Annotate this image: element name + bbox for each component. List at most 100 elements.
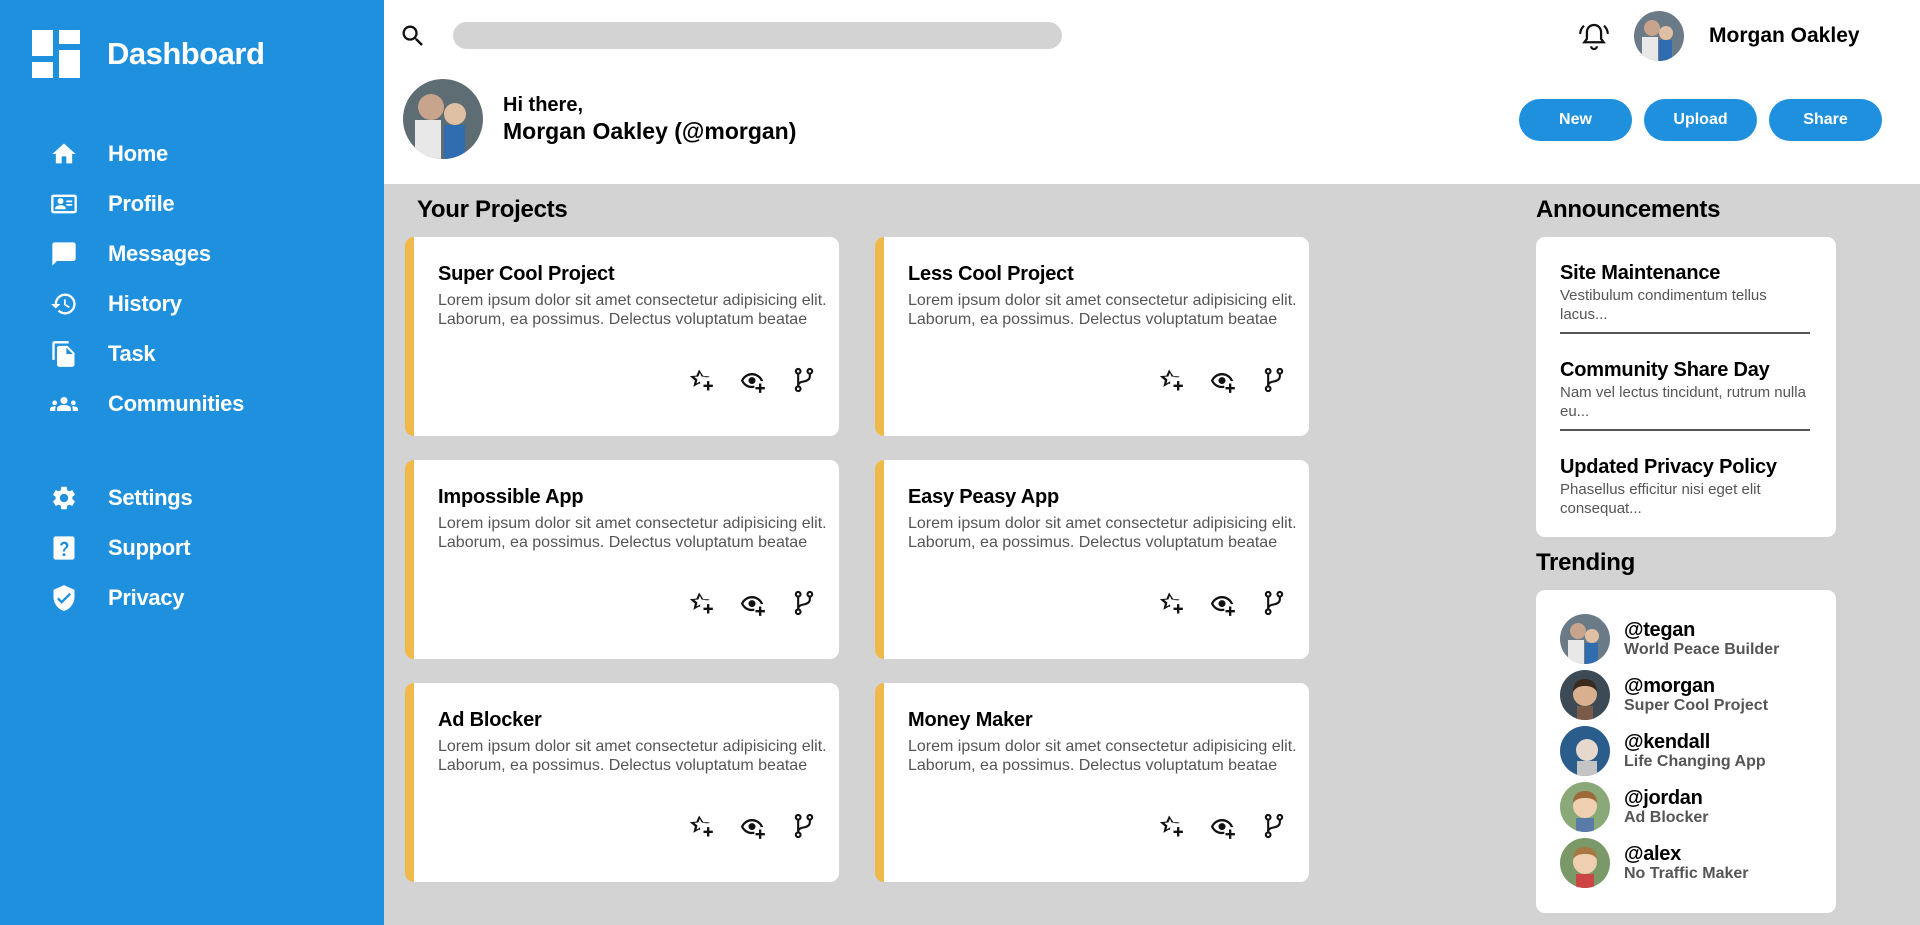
people-icon — [48, 388, 80, 420]
watch-add-icon[interactable] — [737, 365, 767, 395]
bell-ring-icon[interactable] — [1577, 20, 1611, 54]
announcement-text: Vestibulum condimentum tellus lacus... — [1560, 287, 1767, 323]
fork-icon[interactable] — [789, 365, 819, 395]
star-add-icon[interactable] — [1155, 811, 1185, 841]
upload-button[interactable]: Upload — [1644, 99, 1757, 141]
sidebar: Dashboard Home Profile Messages History — [0, 0, 384, 925]
search-input[interactable] — [453, 22, 1062, 49]
announcement-text: Phasellus efficitur nisi eget elit conse… — [1560, 481, 1761, 517]
avatar — [1560, 782, 1610, 832]
sidebar-item-label: History — [108, 291, 182, 316]
watch-add-icon[interactable] — [1207, 811, 1237, 841]
announcement-title: Site Maintenance — [1560, 262, 1721, 284]
help-icon — [48, 532, 80, 564]
sidebar-item-label: Task — [108, 341, 156, 366]
shield-icon — [48, 582, 80, 614]
project-card[interactable]: Ad Blocker Lorem ipsum dolor sit amet co… — [405, 683, 839, 882]
sidebar-item-messages[interactable]: Messages — [48, 229, 368, 279]
sidebar-item-task[interactable]: Task — [48, 329, 368, 379]
trending-title: Trending — [1536, 549, 1635, 576]
star-add-icon[interactable] — [1155, 365, 1185, 395]
trending-project: Ad Blocker — [1624, 809, 1709, 826]
project-actions — [1155, 588, 1289, 618]
header: Morgan Oakley Hi there, Morgan Oakley (@… — [384, 0, 1920, 184]
search-icon[interactable] — [399, 22, 427, 50]
project-card[interactable]: Impossible App Lorem ipsum dolor sit ame… — [405, 460, 839, 659]
share-button[interactable]: Share — [1769, 99, 1882, 141]
trending-handle: @jordan — [1624, 787, 1703, 809]
message-icon — [48, 238, 80, 270]
sidebar-item-communities[interactable]: Communities — [48, 379, 368, 429]
project-card[interactable]: Easy Peasy App Lorem ipsum dolor sit ame… — [875, 460, 1309, 659]
project-description: Lorem ipsum dolor sit amet consectetur a… — [438, 738, 827, 774]
star-add-icon[interactable] — [685, 811, 715, 841]
trending-project: Super Cool Project — [1624, 697, 1769, 714]
avatar — [1560, 838, 1610, 888]
sidebar-item-privacy[interactable]: Privacy — [48, 573, 368, 623]
task-icon — [48, 338, 80, 370]
fork-icon[interactable] — [1259, 588, 1289, 618]
trending-handle: @morgan — [1624, 675, 1715, 697]
project-actions — [685, 365, 819, 395]
project-actions — [1155, 365, 1289, 395]
announcement-item[interactable]: Community Share Day Nam vel lectus tinci… — [1560, 359, 1810, 421]
history-icon — [48, 288, 80, 320]
watch-add-icon[interactable] — [737, 811, 767, 841]
star-add-icon[interactable] — [685, 588, 715, 618]
sidebar-item-label: Privacy — [108, 585, 185, 610]
announcement-item[interactable]: Site Maintenance Vestibulum condimentum … — [1560, 262, 1810, 324]
trending-handle: @tegan — [1624, 619, 1696, 641]
watch-add-icon[interactable] — [737, 588, 767, 618]
trending-item[interactable]: @kendall Life Changing App — [1560, 726, 1766, 776]
announcement-text: Nam vel lectus tincidunt, rutrum nulla e… — [1560, 384, 1806, 420]
announcements-title: Announcements — [1536, 196, 1721, 223]
trending-project: No Traffic Maker — [1624, 865, 1749, 882]
avatar — [1560, 670, 1610, 720]
fork-icon[interactable] — [789, 588, 819, 618]
sidebar-item-label: Settings — [108, 485, 193, 510]
home-icon — [48, 138, 80, 170]
sidebar-item-label: Communities — [108, 391, 245, 416]
fork-icon[interactable] — [1259, 365, 1289, 395]
trending-item[interactable]: @morgan Super Cool Project — [1560, 670, 1768, 720]
announcement-title: Community Share Day — [1560, 359, 1770, 381]
user-name[interactable]: Morgan Oakley — [1709, 24, 1860, 48]
trending-project: World Peace Builder — [1624, 641, 1780, 658]
dashboard-logo-icon — [32, 30, 80, 78]
trending-item[interactable]: @jordan Ad Blocker — [1560, 782, 1708, 832]
watch-add-icon[interactable] — [1207, 588, 1237, 618]
trending-item[interactable]: @tegan World Peace Builder — [1560, 614, 1779, 664]
star-add-icon[interactable] — [1155, 588, 1185, 618]
brand[interactable]: Dashboard — [32, 30, 265, 78]
watch-add-icon[interactable] — [1207, 365, 1237, 395]
project-card[interactable]: Super Cool Project Lorem ipsum dolor sit… — [405, 237, 839, 436]
trending-project: Life Changing App — [1624, 753, 1766, 770]
new-button[interactable]: New — [1519, 99, 1632, 141]
star-add-icon[interactable] — [685, 365, 715, 395]
brand-title: Dashboard — [107, 36, 265, 71]
project-description: Lorem ipsum dolor sit amet consectetur a… — [438, 292, 827, 328]
fork-icon[interactable] — [1259, 811, 1289, 841]
announcement-title: Updated Privacy Policy — [1560, 456, 1777, 478]
project-title: Super Cool Project — [438, 263, 615, 285]
project-card[interactable]: Money Maker Lorem ipsum dolor sit amet c… — [875, 683, 1309, 882]
sidebar-item-home[interactable]: Home — [48, 129, 368, 179]
project-title: Ad Blocker — [438, 709, 542, 731]
sidebar-nav: Home Profile Messages History Task Commu… — [48, 129, 368, 623]
sidebar-item-label: Messages — [108, 241, 211, 266]
fork-icon[interactable] — [789, 811, 819, 841]
sidebar-item-label: Support — [108, 535, 191, 560]
sidebar-item-history[interactable]: History — [48, 279, 368, 329]
announcements-panel: Site Maintenance Vestibulum condimentum … — [1536, 237, 1836, 537]
sidebar-item-label: Profile — [108, 191, 175, 216]
sidebar-item-profile[interactable]: Profile — [48, 179, 368, 229]
sidebar-item-settings[interactable]: Settings — [48, 473, 368, 523]
profile-name: Morgan Oakley (@morgan) — [503, 118, 797, 144]
sidebar-item-support[interactable]: Support — [48, 523, 368, 573]
project-card[interactable]: Less Cool Project Lorem ipsum dolor sit … — [875, 237, 1309, 436]
announcement-item[interactable]: Updated Privacy Policy Phasellus efficit… — [1560, 456, 1810, 518]
trending-item[interactable]: @alex No Traffic Maker — [1560, 838, 1748, 888]
profile-avatar — [403, 79, 483, 159]
project-actions — [685, 811, 819, 841]
avatar[interactable] — [1634, 11, 1684, 61]
